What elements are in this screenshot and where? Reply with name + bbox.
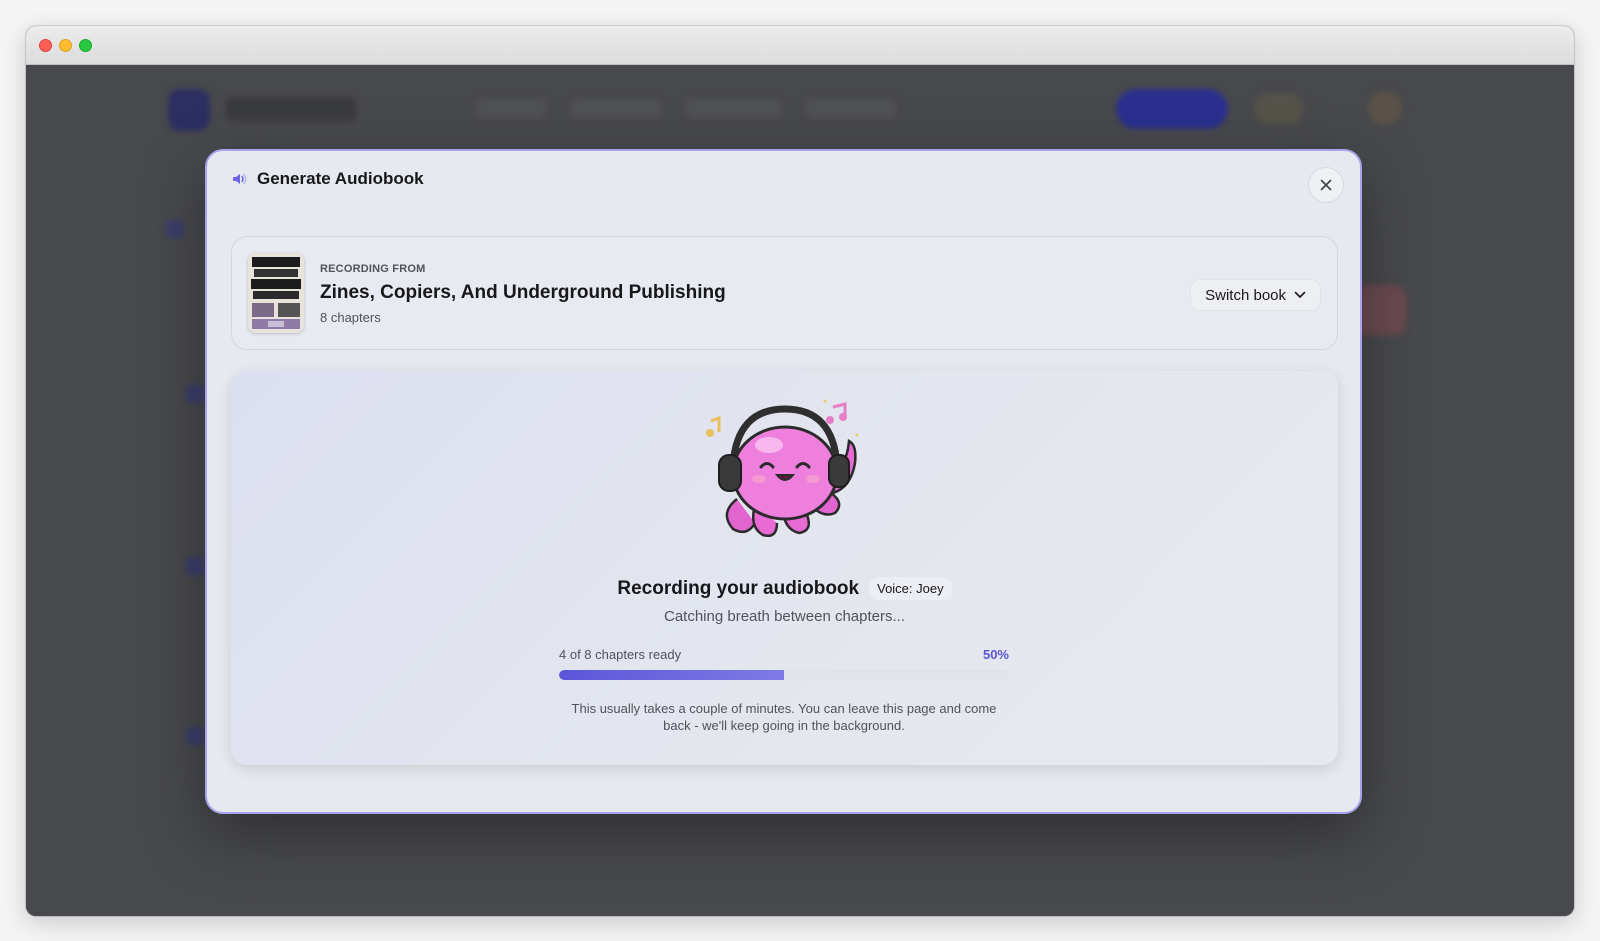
sidebar-icon [186,557,204,575]
source-book-card: RECORDING FROM Zines, Copiers, And Under… [231,236,1338,350]
progress-fill [559,670,784,680]
progress-track [559,670,1009,680]
window-titlebar [26,26,1574,65]
background-processing-note: This usually takes a couple of minutes. … [571,701,997,733]
nav-item [476,99,546,119]
nav-credits [1254,93,1304,125]
switch-book-button[interactable]: Switch book [1190,279,1321,311]
switch-book-label: Switch book [1205,286,1286,304]
generate-audiobook-modal: Generate Audiobook RECORDING FROM Zines,… [205,149,1362,814]
modal-header: Generate Audiobook [231,169,424,189]
modal-title: Generate Audiobook [257,169,424,188]
status-subtitle: Catching breath between chapters... [664,608,905,625]
speaker-icon [233,173,247,185]
nav-item [806,99,896,119]
book-cover-art [248,253,304,333]
octopus-mascot-illustration [706,399,859,537]
chevron-down-icon [1294,291,1306,298]
progress-percent: 50% [982,647,1009,662]
chapters-ready-label: 4 of 8 chapters ready [559,647,682,662]
sidebar-icon [186,727,204,745]
window-close-button[interactable] [39,39,52,52]
recording-from-label: RECORDING FROM [320,263,426,275]
voice-badge: Voice: Joey [869,577,952,600]
nav-item [686,99,781,119]
app-brand [226,97,356,121]
recording-progress-card: Recording your audiobook Voice: Joey Cat… [231,371,1338,765]
book-title: Zines, Copiers, And Underground Publishi… [320,282,726,303]
chapter-count: 8 chapters [320,310,381,325]
nav-cta-button [1116,89,1228,129]
sidebar-icon [186,385,204,403]
close-button[interactable] [1308,167,1344,203]
close-icon [1320,179,1332,191]
status-title: Recording your audiobook [617,577,860,599]
progress-meta: 4 of 8 chapters ready 50% [559,647,1009,662]
window-minimize-button[interactable] [59,39,72,52]
window-maximize-button[interactable] [79,39,92,52]
sidebar-icon [166,220,184,238]
app-logo [168,89,210,131]
avatar [1368,91,1402,125]
nav-item [571,99,661,119]
book-cover [248,253,304,333]
status-row: Recording your audiobook Voice: Joey [231,577,1338,600]
chapter-progress: 4 of 8 chapters ready 50% [559,647,1009,680]
